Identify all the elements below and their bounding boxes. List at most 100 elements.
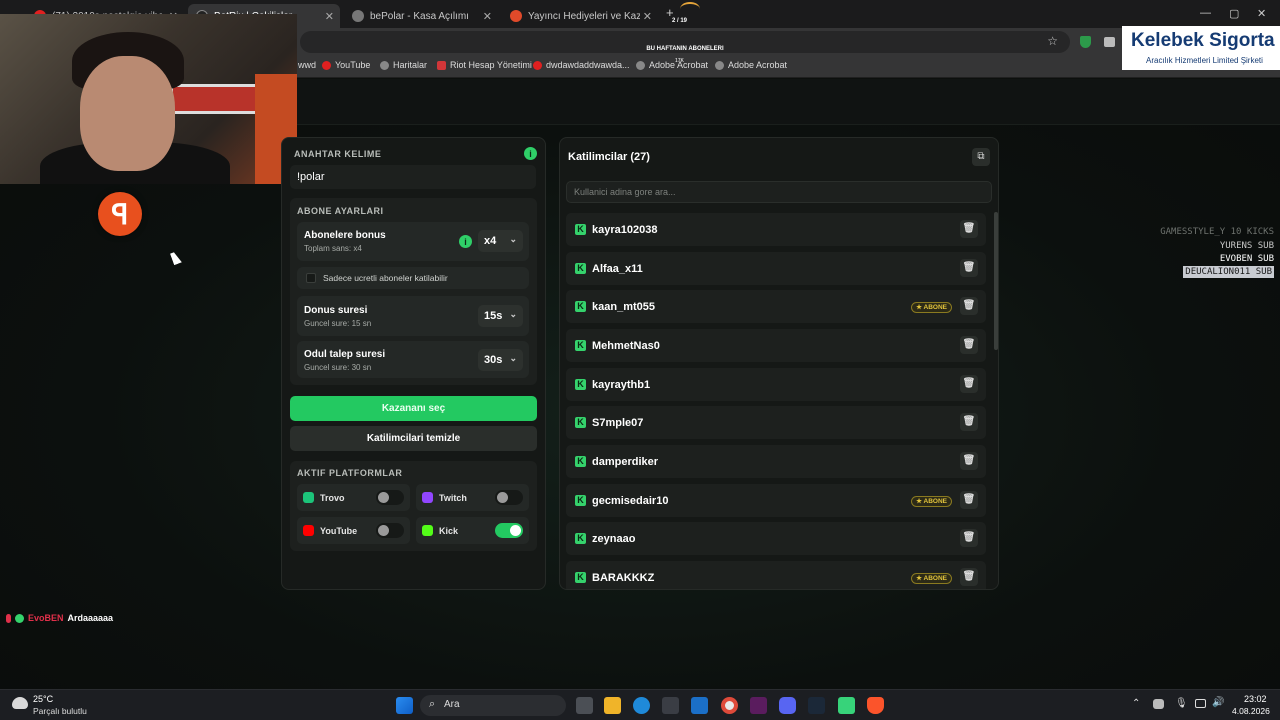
keyword-input[interactable]: !polar [290, 165, 536, 189]
bookmark-item[interactable]: wwd [298, 60, 316, 70]
store-icon[interactable] [662, 697, 679, 714]
claim-select[interactable]: 30s ⌄ [478, 349, 523, 371]
keyword-label: ANAHTAR KELIME [294, 149, 382, 159]
round-subtitle: Guncel sure: 15 sn [304, 319, 372, 328]
clear-participants-button[interactable]: Katilimcilari temizle [290, 426, 537, 451]
app-green-icon[interactable] [838, 697, 855, 714]
trash-icon[interactable]: 🗑 [960, 336, 978, 354]
youtube-icon [322, 60, 331, 70]
paid-only-row[interactable]: Sadece ucretli aboneler katilabilir [297, 267, 529, 289]
trash-icon[interactable]: 🗑 [960, 413, 978, 431]
side-list-item: GAMESSTYLE_Y 10 KICKS [1160, 227, 1274, 237]
participant-name: damperdiker [592, 455, 659, 468]
participant-row: K S7mple07 🗑 [566, 406, 986, 439]
info-icon[interactable]: i [524, 147, 537, 160]
bookmark-acrobat-2[interactable]: Adobe Acrobat [715, 60, 787, 70]
globe-icon [352, 10, 364, 22]
bookmark-maps[interactable]: Haritalar [380, 60, 427, 70]
trash-icon[interactable]: 🗑 [960, 259, 978, 277]
tray-icon[interactable] [1153, 699, 1164, 709]
info-icon[interactable]: i [459, 235, 472, 248]
trovo-toggle[interactable] [376, 490, 404, 505]
maximize-icon[interactable]: ▢ [1229, 7, 1239, 20]
round-value: 15s [484, 310, 503, 322]
weather-icon[interactable] [12, 697, 28, 709]
close-icon[interactable]: ✕ [325, 10, 334, 23]
trash-icon[interactable]: 🗑 [960, 529, 978, 547]
sub-settings-label: ABONE AYARLARI [297, 206, 384, 216]
riot-icon [437, 60, 446, 70]
close-icon[interactable]: ✕ [483, 10, 492, 23]
trash-icon[interactable]: 🗑 [960, 568, 978, 586]
trash-icon[interactable]: 🗑 [960, 375, 978, 393]
app-icon[interactable] [750, 697, 767, 714]
chat-text: Ardaaaaaa [67, 613, 114, 623]
trash-icon[interactable]: 🗑 [960, 491, 978, 509]
participant-row: K Alfaa_x11 🗑 [566, 252, 986, 285]
clock-time[interactable]: 23:02 [1244, 694, 1267, 704]
round-select[interactable]: 15s ⌄ [478, 305, 523, 327]
pick-winner-button[interactable]: Kazananı seç [290, 396, 537, 421]
paid-only-checkbox[interactable] [306, 273, 316, 283]
kick-icon: K [575, 572, 586, 583]
bonus-select[interactable]: x4 ⌄ [478, 230, 523, 252]
clock-date[interactable]: 4.08.2026 [1232, 706, 1270, 716]
display-icon[interactable] [1195, 699, 1206, 708]
taskbar-search[interactable]: ⌕ Ara [420, 695, 566, 716]
minimize-icon[interactable]: — [1200, 7, 1211, 19]
trash-icon[interactable]: 🗑 [960, 297, 978, 315]
microphone-icon[interactable]: 🎙 [1175, 698, 1188, 709]
badge-label: ABONE [923, 498, 947, 505]
kick-icon: K [575, 340, 586, 351]
paid-only-label: Sadece ucretli aboneler katilabilir [323, 273, 448, 283]
globe-icon [715, 60, 724, 70]
participant-name: kayra102038 [592, 223, 658, 236]
chrome-icon[interactable] [721, 697, 738, 714]
tab-gifts[interactable]: Yayıncı Hediyeleri ve Kazananlar ✕ [502, 4, 658, 28]
claim-title: Odul talep suresi [304, 349, 386, 360]
window-close-icon[interactable]: ✕ [1257, 7, 1266, 20]
weekly-subs-title: BU HAFTANIN ABONELERI [646, 46, 724, 52]
steam-icon[interactable] [808, 697, 825, 714]
trash-icon[interactable]: 🗑 [960, 220, 978, 238]
file-explorer-icon[interactable] [604, 697, 621, 714]
youtube-toggle[interactable] [376, 523, 404, 538]
toggle-knob [497, 492, 508, 503]
extension-icon[interactable] [1104, 37, 1115, 47]
kick-toggle[interactable] [495, 523, 523, 538]
windows-start-icon[interactable] [396, 697, 413, 714]
participant-name: gecmisedair10 [592, 494, 669, 507]
shield-extension-icon[interactable] [1080, 36, 1091, 48]
scrollbar-thumb[interactable] [994, 212, 998, 350]
participant-row: K MehmetNas0 🗑 [566, 329, 986, 362]
task-view-icon[interactable] [576, 697, 593, 714]
kick-icon: K [575, 224, 586, 235]
bookmark-star-icon[interactable]: ☆ [1047, 34, 1058, 48]
participant-search-input[interactable]: Kullanici adina gore ara... [566, 181, 992, 203]
twitch-toggle[interactable] [495, 490, 523, 505]
participant-row: K BARAKKKZ ★ ABONE 🗑 [566, 561, 986, 589]
chevron-up-icon[interactable]: ⌃ [1132, 698, 1140, 709]
bookmark-riot[interactable]: Riot Hesap Yönetimi [437, 60, 532, 70]
brave-icon[interactable] [867, 697, 884, 714]
tab-bepolar[interactable]: bePolar - Kasa Açılımı ✕ [344, 4, 498, 28]
bookmark-youtube[interactable]: YouTube [322, 60, 370, 70]
twitch-icon [422, 492, 433, 503]
kick-icon [422, 525, 433, 536]
platform-twitch: Twitch [416, 484, 529, 511]
chevron-down-icon: ⌄ [509, 234, 517, 244]
edge-icon[interactable] [633, 697, 650, 714]
globe-icon [636, 60, 645, 70]
discord-icon[interactable] [779, 697, 796, 714]
participant-name: BARAKKKZ [592, 571, 655, 584]
mail-icon[interactable] [691, 697, 708, 714]
trash-icon[interactable]: 🗑 [960, 452, 978, 470]
speaker-icon[interactable]: 🔊 [1212, 697, 1224, 708]
participant-name: kaan_mt055 [592, 300, 655, 313]
participants-title: Katilimcilar (27) [568, 151, 650, 163]
kick-icon: K [575, 263, 586, 274]
copy-icon[interactable]: ⧉ [972, 148, 990, 166]
bookmark-acrobat-1[interactable]: Adobe Acrobat [636, 60, 708, 70]
bookmark-dwd[interactable]: dwdawdaddwawda... [533, 60, 630, 70]
close-icon[interactable]: ✕ [643, 10, 652, 23]
